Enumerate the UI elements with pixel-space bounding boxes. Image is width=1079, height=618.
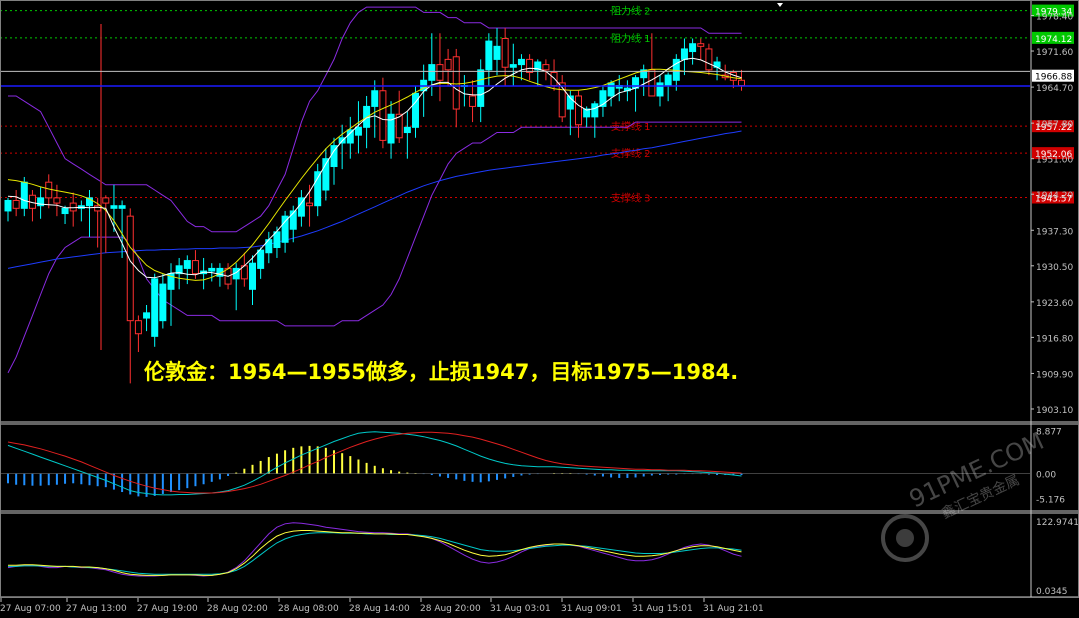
candle-body xyxy=(151,278,159,337)
candle-body xyxy=(444,58,452,71)
candle-body xyxy=(509,64,517,68)
level-label: 阻力线 1 xyxy=(611,32,651,45)
y-tick-label: 1944.20 xyxy=(1036,191,1073,201)
y-tick-label: 1909.90 xyxy=(1036,370,1073,380)
x-tick-label: 28 Aug 08:00 xyxy=(278,604,339,614)
candle-body xyxy=(12,199,20,209)
candle-body xyxy=(314,171,322,207)
candle-body xyxy=(379,90,387,141)
candle-body xyxy=(412,92,419,128)
x-tick-label: 31 Aug 03:01 xyxy=(490,604,551,614)
trade-annotation: 伦敦金：1954—1955做多，止损1947，目标1975—1984. xyxy=(144,360,739,384)
candle-body xyxy=(191,260,199,275)
candle-body xyxy=(134,320,142,335)
candle-body xyxy=(591,103,599,118)
candle-body xyxy=(354,126,362,136)
candle-body xyxy=(110,205,118,209)
candle-body xyxy=(436,64,444,81)
candle-body xyxy=(273,231,281,249)
candle-body xyxy=(143,312,151,319)
x-tick-label: 27 Aug 13:00 xyxy=(66,604,127,614)
candle-body xyxy=(550,71,558,87)
candle-body xyxy=(69,202,77,212)
candle-body xyxy=(493,45,501,60)
candle-body xyxy=(542,64,550,71)
y-tick-label: 1930.50 xyxy=(1036,263,1073,273)
candle-body xyxy=(371,90,379,107)
x-tick-label: 31 Aug 09:01 xyxy=(561,604,622,614)
oscillator-y-label: 122.9741 xyxy=(1036,518,1079,528)
candle-body xyxy=(697,43,705,47)
current-price-text: 1966.88 xyxy=(1035,73,1072,83)
x-tick-label: 28 Aug 14:00 xyxy=(349,604,410,614)
candle-body xyxy=(306,202,314,207)
candle-body xyxy=(705,48,713,71)
y-tick-label: 1964.70 xyxy=(1036,84,1073,94)
candle-body xyxy=(346,129,354,144)
candle-body xyxy=(257,249,265,269)
x-tick-label: 27 Aug 07:00 xyxy=(0,604,61,614)
y-tick-label: 1937.30 xyxy=(1036,227,1073,237)
candle-body xyxy=(469,95,477,107)
x-tick-label: 28 Aug 20:00 xyxy=(420,604,481,614)
y-tick-label: 1957.80 xyxy=(1036,120,1073,130)
candle-body xyxy=(729,71,737,81)
y-tick-label: 1971.60 xyxy=(1036,48,1073,58)
level-label: 阻力线 2 xyxy=(611,5,651,18)
candle-body xyxy=(477,69,485,107)
x-tick-label: 31 Aug 21:01 xyxy=(703,604,764,614)
x-tick-label: 31 Aug 15:01 xyxy=(632,604,693,614)
level-tag-text: 1974.12 xyxy=(1035,35,1072,45)
candle-body xyxy=(648,69,656,97)
candle-body xyxy=(94,205,102,212)
oscillator-y-label: 0.0345 xyxy=(1036,587,1068,597)
macd-y-label: 0.00 xyxy=(1036,471,1056,481)
candle-body xyxy=(281,215,289,243)
candle-body xyxy=(664,74,672,87)
candle-body xyxy=(208,267,216,272)
candle-body xyxy=(126,215,134,322)
candle-body xyxy=(403,126,411,134)
candle-body xyxy=(428,64,436,81)
candle-body xyxy=(387,113,395,144)
candle-body xyxy=(159,283,167,322)
candle-body xyxy=(183,260,191,269)
candle-body xyxy=(20,181,28,209)
y-tick-label: 1923.60 xyxy=(1036,299,1073,309)
x-tick-label: 27 Aug 19:00 xyxy=(137,604,198,614)
level-label: 支撑线 3 xyxy=(611,192,651,205)
candle-body xyxy=(45,181,53,199)
candle-body xyxy=(249,262,256,290)
candle-body xyxy=(118,205,126,209)
y-tick-label: 1903.10 xyxy=(1036,406,1073,416)
candle-body xyxy=(501,37,509,68)
y-tick-label: 1916.80 xyxy=(1036,334,1073,344)
candle-body xyxy=(4,199,12,212)
watermark-logo-core xyxy=(896,529,914,547)
candle-body xyxy=(689,43,697,53)
candle-body xyxy=(485,40,493,71)
candle-body xyxy=(656,82,664,97)
price-chart[interactable]: 阻力线 2 1979.34阻力线 1 1974.12支撑线 1 1957.22支撑线 … xyxy=(0,0,1079,618)
candle-body xyxy=(680,48,688,60)
candle-body xyxy=(575,95,582,126)
x-tick-label: 28 Aug 02:00 xyxy=(207,604,268,614)
y-tick-label: 1951.00 xyxy=(1036,156,1073,166)
candle-body xyxy=(53,197,61,204)
candle-body xyxy=(607,82,615,97)
candle-body xyxy=(61,207,69,215)
candle-body xyxy=(452,56,460,110)
y-tick-label: 1978.40 xyxy=(1036,12,1073,22)
candle-body xyxy=(517,58,525,66)
candle-body xyxy=(102,197,110,204)
candle-body xyxy=(526,58,534,73)
candle-body xyxy=(738,79,745,87)
macd-y-label: -5.176 xyxy=(1036,496,1065,506)
